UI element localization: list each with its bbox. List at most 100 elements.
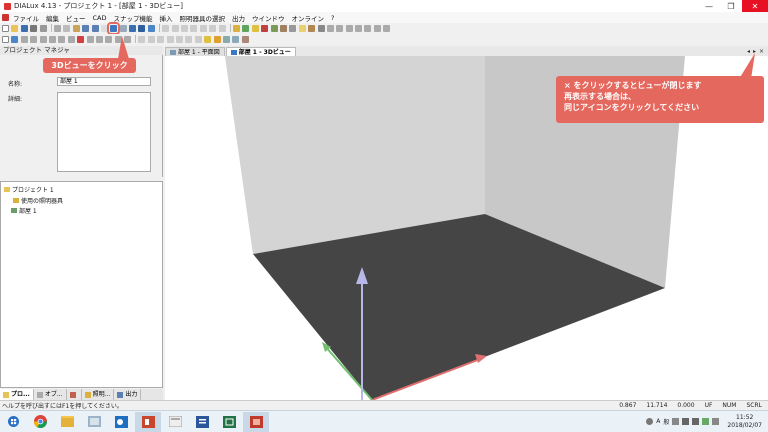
menu-insert[interactable]: 挿入 [160, 13, 173, 23]
rect-icon[interactable] [95, 35, 103, 43]
wire-icon[interactable] [147, 35, 155, 43]
grid-icon[interactable] [326, 24, 334, 32]
maximize-button[interactable]: ❐ [720, 0, 742, 12]
people-icon[interactable] [646, 418, 654, 425]
select-icon[interactable] [2, 35, 9, 43]
taskbar-word[interactable] [189, 412, 215, 432]
iso-icon[interactable] [176, 35, 184, 43]
taskbar-chrome[interactable] [27, 412, 53, 432]
tab-floor-plan[interactable]: 部屋 1 - 平面図 [165, 47, 225, 56]
delete-icon[interactable] [77, 35, 85, 43]
display-icon[interactable] [138, 35, 146, 43]
menu-luminaire-selection[interactable]: 照明器具の選択 [180, 13, 226, 23]
tab-project[interactable]: プロ... [0, 389, 34, 400]
menu-window[interactable]: ウインドウ [252, 13, 285, 23]
paste-icon[interactable] [72, 24, 80, 32]
room-icon[interactable] [222, 35, 230, 43]
layer-icon[interactable] [345, 24, 353, 32]
close-window-button[interactable]: ✕ [742, 0, 768, 12]
dimension-icon[interactable] [383, 24, 391, 32]
menu-view[interactable]: ビュー [66, 13, 86, 23]
light-icon[interactable] [204, 35, 212, 43]
tab-luminaires[interactable]: 照明... [82, 389, 115, 400]
front-view-icon[interactable] [129, 24, 137, 32]
luminaire-icon[interactable] [298, 24, 306, 32]
text-icon[interactable] [373, 24, 381, 32]
zoom-window-icon[interactable] [209, 24, 217, 32]
notification-icon[interactable] [712, 418, 720, 425]
menu-snap[interactable]: スナップ機能 [114, 13, 153, 23]
taskbar-explorer[interactable] [54, 412, 80, 432]
render-icon[interactable] [147, 24, 155, 32]
menu-file[interactable]: ファイル [13, 13, 39, 23]
camera-icon[interactable] [194, 35, 202, 43]
select-area-icon[interactable] [11, 35, 19, 43]
minimize-button[interactable]: — [698, 0, 720, 12]
open-folder-icon[interactable] [11, 24, 19, 32]
dialux-app-icon[interactable] [4, 2, 11, 10]
tree-item-room[interactable]: 部屋 1 [11, 206, 37, 215]
taskbar-powerpoint[interactable] [135, 411, 161, 432]
tree-item-project[interactable]: プロジェクト 1 [4, 185, 54, 194]
arrow-icon[interactable] [364, 24, 372, 32]
window-icon[interactable] [232, 35, 240, 43]
color-icon[interactable] [166, 35, 174, 43]
wizard-icon[interactable] [232, 24, 240, 32]
taskbar-outlook[interactable] [108, 412, 134, 432]
calc-icon[interactable] [242, 24, 250, 32]
sun-icon[interactable] [213, 35, 221, 43]
undo-icon[interactable] [82, 24, 90, 32]
shade-icon[interactable] [157, 35, 165, 43]
settings-tray-icon[interactable] [672, 418, 680, 425]
move-icon[interactable] [20, 35, 28, 43]
door-icon[interactable] [241, 35, 249, 43]
detail-field[interactable] [57, 92, 151, 172]
print-preview-icon[interactable] [39, 24, 47, 32]
network-icon[interactable] [682, 418, 690, 425]
tab-colors[interactable] [67, 389, 82, 400]
tab-output[interactable]: 出力 [114, 389, 142, 400]
light-scene-icon[interactable] [251, 24, 259, 32]
close-view-icon[interactable]: × [759, 48, 764, 55]
taskbar-app[interactable] [162, 412, 188, 432]
rotate-icon[interactable] [190, 24, 198, 32]
mirror-icon[interactable] [48, 35, 56, 43]
cut-icon[interactable] [53, 24, 61, 32]
print-icon[interactable] [30, 24, 38, 32]
output-icon[interactable] [261, 24, 269, 32]
new-file-icon[interactable] [2, 24, 9, 32]
zoom-in-icon[interactable] [162, 24, 170, 32]
name-field[interactable]: 部屋 1 [57, 77, 151, 86]
copy-icon[interactable] [63, 24, 71, 32]
ime-mode-2[interactable]: 般 [663, 417, 669, 426]
side-view-icon[interactable] [138, 24, 146, 32]
group-icon[interactable] [67, 35, 75, 43]
polygon-icon[interactable] [105, 35, 113, 43]
clock[interactable]: 11:52 2018/02/07 [727, 414, 762, 430]
volume-icon[interactable] [692, 418, 700, 425]
view-3d-icon[interactable] [107, 21, 121, 35]
ime-mode[interactable]: A [656, 418, 660, 425]
menu-cad[interactable]: CAD [93, 14, 107, 22]
false-color-icon[interactable] [185, 35, 193, 43]
tab-3d-view[interactable]: 部屋 1 - 3Dビュー [225, 47, 296, 56]
menu-edit[interactable]: 編集 [46, 13, 59, 23]
fit-view-icon[interactable] [199, 24, 207, 32]
floor-plan-icon[interactable] [119, 24, 127, 32]
pointer-icon[interactable] [100, 24, 108, 32]
tree-item-luminaires[interactable]: 使用の照明器具 [13, 196, 63, 205]
pan-icon[interactable] [181, 24, 189, 32]
copy-move-icon[interactable] [30, 35, 38, 43]
taskbar-dialux[interactable] [243, 411, 269, 432]
zoom-out-icon[interactable] [171, 24, 179, 32]
snap-icon[interactable] [336, 24, 344, 32]
rotate-object-icon[interactable] [39, 35, 47, 43]
measure-icon[interactable] [317, 24, 325, 32]
menu-help[interactable]: ? [331, 14, 334, 22]
zoom-previous-icon[interactable] [218, 24, 226, 32]
filter-icon[interactable] [355, 24, 363, 32]
taskbar-excel[interactable] [216, 412, 242, 432]
start-button[interactable] [0, 412, 26, 432]
edit-icon[interactable] [86, 35, 94, 43]
redo-icon[interactable] [91, 24, 99, 32]
